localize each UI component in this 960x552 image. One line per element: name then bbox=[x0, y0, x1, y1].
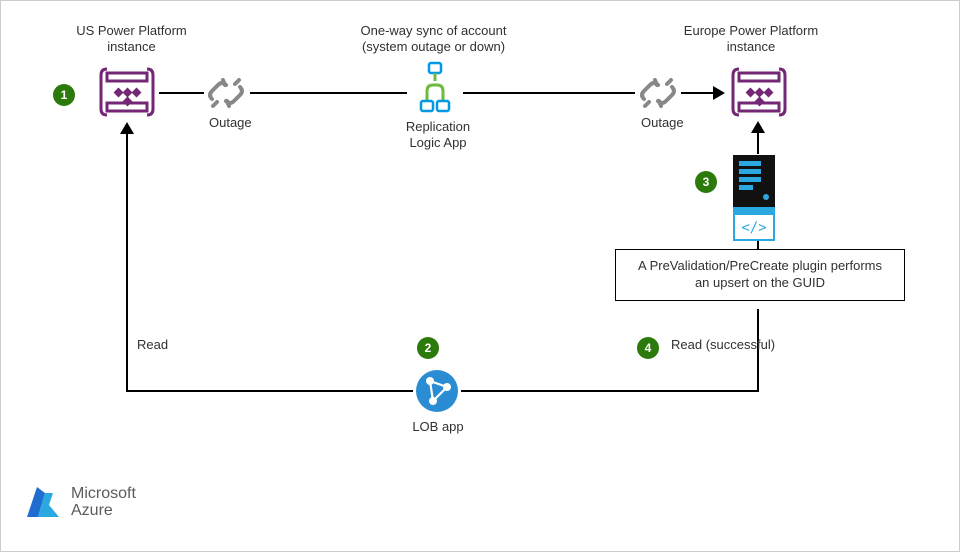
step-badge-3: 3 bbox=[695, 171, 717, 193]
outage-right-label: Outage bbox=[641, 115, 684, 131]
step-badge-4: 4 bbox=[637, 337, 659, 359]
logic-app-name: Replication bbox=[398, 119, 478, 135]
logic-app-type: Logic App bbox=[398, 135, 478, 151]
sync-title: One-way sync of account (system outage o… bbox=[336, 23, 531, 56]
logic-app-icon bbox=[411, 61, 459, 113]
chain-break-icon-left bbox=[206, 75, 246, 111]
conn-us-outage bbox=[159, 92, 204, 94]
powerplatform-icon-eu bbox=[729, 65, 789, 119]
server-icon bbox=[733, 155, 775, 207]
step-badge-1: 1 bbox=[53, 84, 75, 106]
read-left-label: Read bbox=[137, 337, 168, 353]
arrow-to-eu bbox=[713, 86, 725, 100]
conn-outage2-eu bbox=[681, 92, 714, 94]
conn-lob-left-v bbox=[126, 133, 128, 392]
arrow-server-eu bbox=[751, 121, 765, 133]
azure-icon bbox=[23, 483, 63, 523]
arrow-read-us bbox=[120, 122, 134, 134]
azure-logo: Microsoft Azure bbox=[23, 483, 136, 523]
read-right-label: Read (successful) bbox=[671, 337, 775, 353]
brand-line2: Azure bbox=[71, 503, 136, 520]
conn-outage-logic bbox=[250, 92, 407, 94]
us-pp-title: US Power Platform instance bbox=[59, 23, 204, 56]
plugin-note-text: A PreValidation/PreCreate plugin perform… bbox=[632, 258, 888, 292]
conn-server-eu bbox=[757, 132, 759, 154]
powerplatform-icon-us bbox=[97, 65, 157, 119]
svg-text:</>: </> bbox=[741, 220, 766, 236]
brand-line1: Microsoft bbox=[71, 486, 136, 503]
code-file-icon: </> bbox=[733, 207, 775, 241]
azure-wordmark: Microsoft Azure bbox=[71, 486, 136, 520]
lob-label: LOB app bbox=[408, 419, 468, 435]
eu-pp-title: Europe Power Platform instance bbox=[661, 23, 841, 56]
plugin-note-box: A PreValidation/PreCreate plugin perform… bbox=[615, 249, 905, 301]
chain-break-icon-right bbox=[638, 75, 678, 111]
conn-lob-right-h bbox=[461, 390, 759, 392]
outage-left-label: Outage bbox=[209, 115, 252, 131]
step-badge-2: 2 bbox=[417, 337, 439, 359]
network-app-icon bbox=[415, 369, 459, 413]
conn-logic-outage2 bbox=[463, 92, 635, 94]
conn-code-note bbox=[757, 241, 759, 249]
architecture-diagram: US Power Platform instance One-way sync … bbox=[0, 0, 960, 552]
conn-lob-left-h bbox=[126, 390, 413, 392]
